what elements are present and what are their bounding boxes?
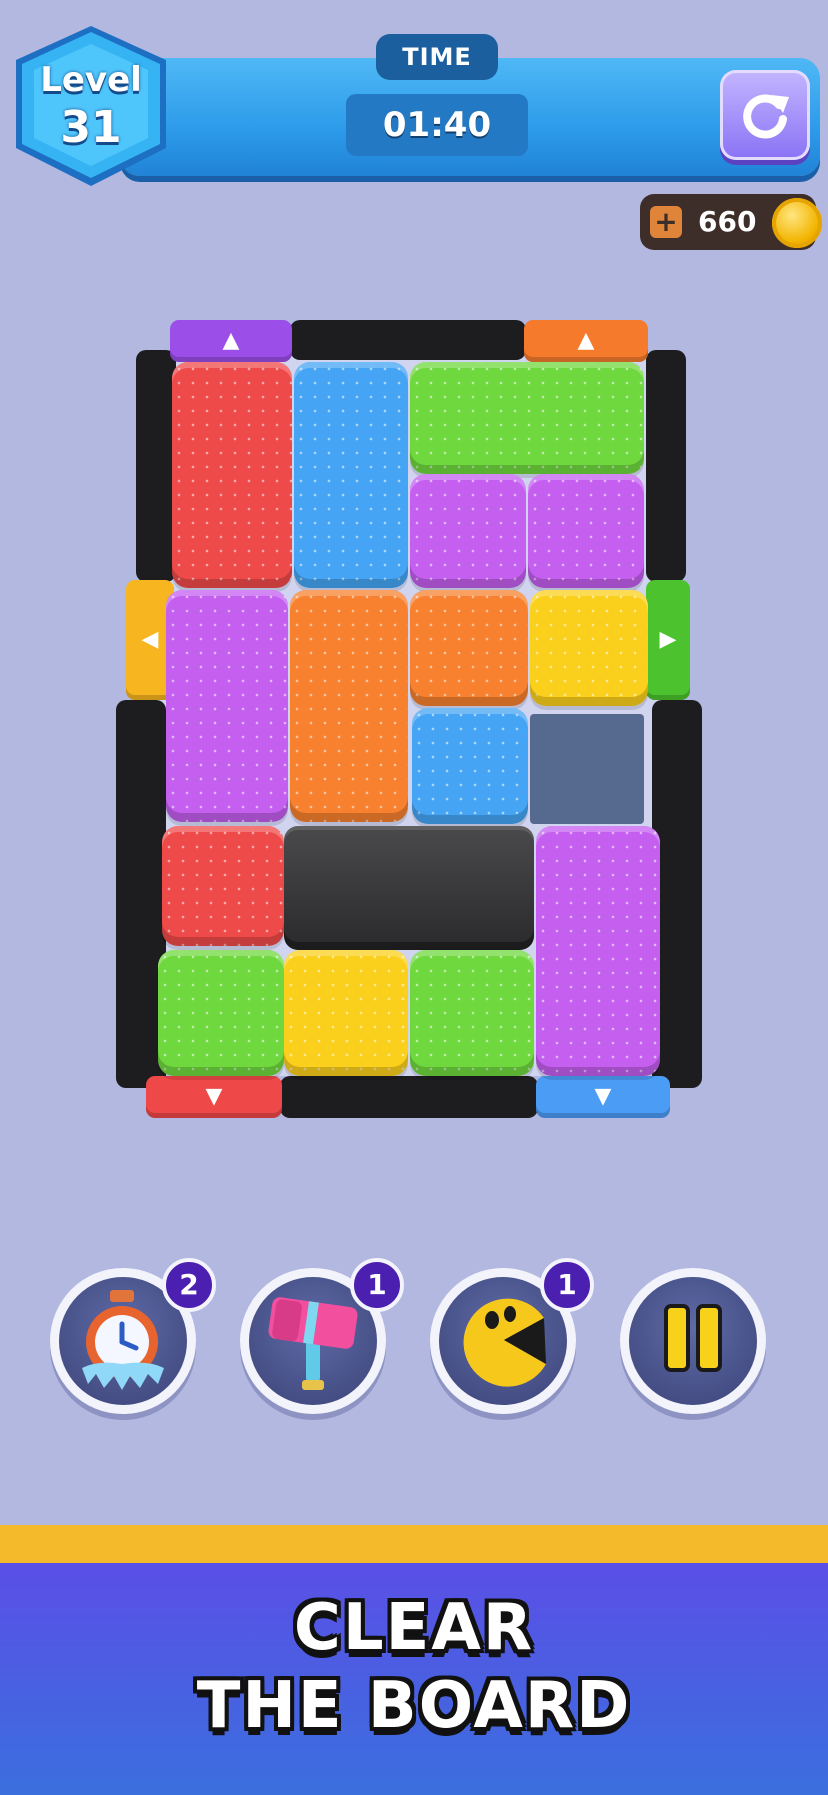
frozen-stopwatch-icon [82, 1290, 164, 1390]
block-purple[interactable] [528, 474, 644, 588]
block-red[interactable] [162, 826, 284, 946]
block-green[interactable] [410, 950, 534, 1076]
pacman-count: 1 [540, 1258, 594, 1312]
pacman-icon [463, 1298, 546, 1387]
block-purple-tall[interactable] [536, 826, 660, 1076]
block-purple[interactable] [410, 474, 526, 588]
gate-orange-up[interactable]: ▲ [524, 320, 648, 362]
gate-green-right[interactable]: ▶ [646, 580, 690, 700]
gate-blue-down[interactable]: ▼ [536, 1076, 670, 1118]
block-yellow[interactable] [530, 590, 648, 706]
game-board: ▲ ▲ ◀ ▶ ▼ ▼ [0, 0, 828, 1130]
rail-left-upper [136, 350, 176, 582]
block-blue[interactable] [412, 708, 528, 824]
block-yellow[interactable] [284, 950, 408, 1076]
arrow-left-icon: ◀ [141, 627, 159, 652]
pause-icon [664, 1304, 722, 1372]
pause-button[interactable] [620, 1268, 766, 1414]
block-red[interactable] [172, 362, 292, 588]
arrow-up-icon: ▲ [577, 328, 595, 353]
gate-red-down[interactable]: ▼ [146, 1076, 282, 1118]
block-green[interactable] [158, 950, 284, 1076]
promo-banner: CLEAR THE BOARD [0, 1563, 828, 1795]
freeze-timer-count: 2 [162, 1258, 216, 1312]
arrow-down-icon: ▼ [205, 1084, 223, 1109]
arrow-down-icon: ▼ [594, 1084, 612, 1109]
gate-purple-up[interactable]: ▲ [170, 320, 292, 362]
banner-line-1: CLEAR [293, 1591, 535, 1665]
rail-top [290, 320, 526, 360]
block-purple-tall[interactable] [166, 590, 288, 822]
block-orange-tall[interactable] [290, 590, 408, 822]
block-green[interactable] [410, 362, 644, 474]
hammer-count: 1 [350, 1258, 404, 1312]
hammer-icon [268, 1297, 358, 1390]
arrow-up-icon: ▲ [222, 328, 240, 353]
block-orange[interactable] [410, 590, 528, 706]
banner-stripe [0, 1525, 828, 1563]
rail-right-upper [646, 350, 686, 582]
block-blue[interactable] [294, 362, 408, 588]
stone-block-obstacle [284, 826, 534, 950]
banner-line-2: THE BOARD [196, 1669, 632, 1743]
rail-bottom [280, 1076, 538, 1118]
arrow-right-icon: ▶ [659, 627, 677, 652]
empty-cell [530, 714, 644, 824]
